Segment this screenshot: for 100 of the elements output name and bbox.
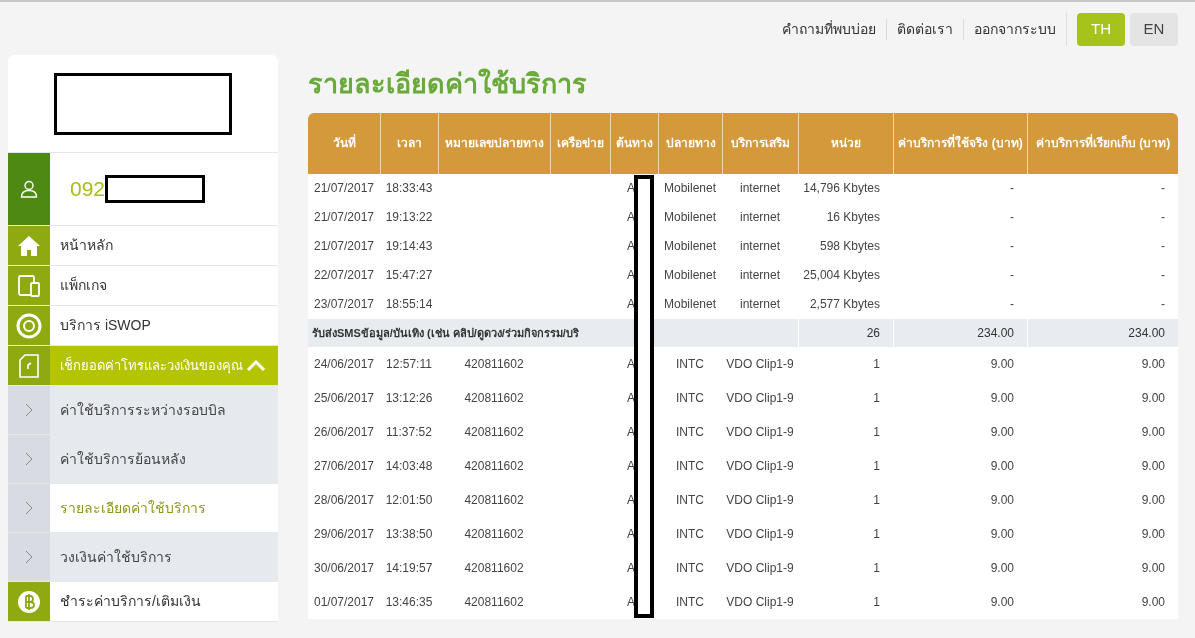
table-cell: 9.00 — [1141, 527, 1165, 541]
page-title: รายละเอียดค่าใช้บริการ — [308, 67, 588, 101]
table-cell: VDO Clip1-9 — [726, 459, 794, 473]
table-cell: VDO Clip1-9 — [726, 357, 794, 371]
table-cell: 234.00 — [893, 319, 1027, 347]
table-cell: 9.00 — [1141, 493, 1165, 507]
table-cell: VDO Clip1-9 — [726, 391, 794, 405]
table-cell: 14,796 Kbytes — [803, 182, 880, 195]
table-cell: 420811602 — [464, 561, 524, 575]
table-cell: 23/07/2017 — [313, 298, 375, 311]
table-cell: 13:12:26 — [385, 391, 433, 405]
table-cell: 15:47:27 — [385, 269, 433, 282]
sidebar-item[interactable]: แพ็กเกจ — [8, 266, 278, 306]
nav-link[interactable]: คำถามที่พบบ่อย — [772, 19, 886, 40]
sidebar-item[interactable]: ชำระค่าบริการ/เติมเงิน — [8, 582, 278, 622]
column-header: ต้นทาง — [610, 113, 658, 174]
nav-link[interactable]: ติดต่อเรา — [886, 19, 963, 40]
column-header: ค่าบริการที่ใช้จริง (บาท) — [893, 113, 1027, 174]
table-cell: internet — [740, 269, 780, 282]
table-cell: 9.00 — [990, 493, 1014, 507]
table-cell: Mobilenet — [664, 269, 716, 282]
table-cell: VDO Clip1-9 — [726, 425, 794, 439]
table-cell: 9.00 — [1141, 595, 1165, 609]
table-cell: 14:03:48 — [385, 459, 433, 473]
table-cell-text: A — [627, 298, 636, 311]
table-cell: 28/06/2017 — [313, 493, 375, 507]
sidebar-item[interactable]: หน้าหลัก — [8, 226, 278, 266]
submenu-item[interactable]: ค่าใช้บริการย้อนหลัง — [8, 435, 278, 484]
nav-link[interactable]: ออกจากระบบ — [963, 19, 1066, 40]
table-cell-text: A — [627, 269, 636, 282]
column-header: วันที่ — [331, 133, 357, 152]
devices-icon — [17, 273, 41, 298]
table-cell: 13:46:35 — [385, 595, 433, 609]
table-cell-text: A — [627, 425, 636, 439]
submenu-item[interactable]: ค่าใช้บริการระหว่างรอบบิล — [8, 386, 278, 435]
table-cell: 1 — [873, 527, 880, 541]
table-cell: 2,577 Kbytes — [809, 298, 880, 311]
home-icon — [17, 234, 41, 257]
table-cell: - — [1161, 182, 1165, 195]
table-cell: 18:55:14 — [385, 298, 433, 311]
table-cell: - — [1010, 182, 1014, 195]
table-cell: 9.00 — [990, 425, 1014, 439]
table-cell: INTC — [676, 561, 704, 575]
table-cell: VDO Clip1-9 — [726, 595, 794, 609]
column-header: หมายเลขปลายทาง — [438, 113, 550, 174]
chevron-right-icon — [25, 501, 33, 515]
table-cell: 22/07/2017 — [313, 269, 375, 282]
table-cell: Mobilenet — [664, 211, 716, 224]
sidebar-item[interactable]: บริการ iSWOP — [8, 306, 278, 346]
table-cell: INTC — [676, 391, 704, 405]
table-cell: VDO Clip1-9 — [726, 493, 794, 507]
table-cell: 420811602 — [464, 595, 524, 609]
submenu-item[interactable]: วงเงินค่าใช้บริการ — [8, 533, 278, 582]
table-cell: INTC — [676, 357, 704, 371]
table-cell: 11:37:52 — [386, 425, 432, 439]
table-cell: 420811602 — [464, 493, 524, 507]
chevron-right-icon — [25, 403, 33, 417]
table-cell: 234.00 — [1027, 319, 1178, 347]
table-cell-text: A — [627, 357, 636, 371]
document-icon — [19, 353, 39, 378]
table-cell-text: A — [627, 561, 636, 575]
table-cell-text: A — [627, 459, 636, 473]
table-cell-text: A — [627, 240, 636, 253]
table-cell: 26 — [798, 319, 893, 347]
table-cell: 1 — [873, 561, 880, 575]
table-cell: - — [1161, 240, 1165, 253]
table-cell: 25,004 Kbytes — [803, 269, 880, 282]
table-cell: 9.00 — [1141, 561, 1165, 575]
table-cell: - — [1161, 298, 1165, 311]
table-cell: 9.00 — [990, 595, 1014, 609]
table-cell: INTC — [676, 493, 704, 507]
table-cell: 18:33:43 — [385, 182, 433, 195]
language-tab[interactable]: EN — [1130, 13, 1178, 46]
table-cell: 27/06/2017 — [313, 459, 375, 473]
table-cell: 9.00 — [1141, 357, 1165, 371]
table-cell: 29/06/2017 — [313, 527, 375, 541]
table-cell: 9.00 — [990, 459, 1014, 473]
column-header: ปลายทาง — [658, 113, 722, 174]
table-cell: - — [1161, 211, 1165, 224]
table-cell: 12:57:11 — [386, 357, 432, 371]
table-cell: 1 — [873, 391, 880, 405]
column-header: บริการเสริม — [722, 113, 798, 174]
table-cell: 420811602 — [464, 425, 524, 439]
table-cell: 19:13:22 — [385, 211, 433, 224]
swap-icon — [16, 312, 42, 339]
table-cell-text: A — [627, 211, 636, 224]
table-cell: internet — [740, 240, 780, 253]
table-cell-text: A — [627, 182, 636, 195]
table-cell: 26/06/2017 — [313, 425, 375, 439]
table-cell: 1 — [873, 595, 880, 609]
table-cell: internet — [740, 211, 780, 224]
table-cell: Mobilenet — [664, 240, 716, 253]
table-cell: INTC — [676, 459, 704, 473]
table-cell: 420811602 — [464, 357, 524, 371]
table-cell: 420811602 — [464, 459, 524, 473]
user-icon — [20, 180, 38, 198]
table-cell: VDO Clip1-9 — [726, 561, 794, 575]
table-cell: 9.00 — [1141, 425, 1165, 439]
table-cell: - — [1010, 240, 1014, 253]
table-cell: - — [1010, 211, 1014, 224]
